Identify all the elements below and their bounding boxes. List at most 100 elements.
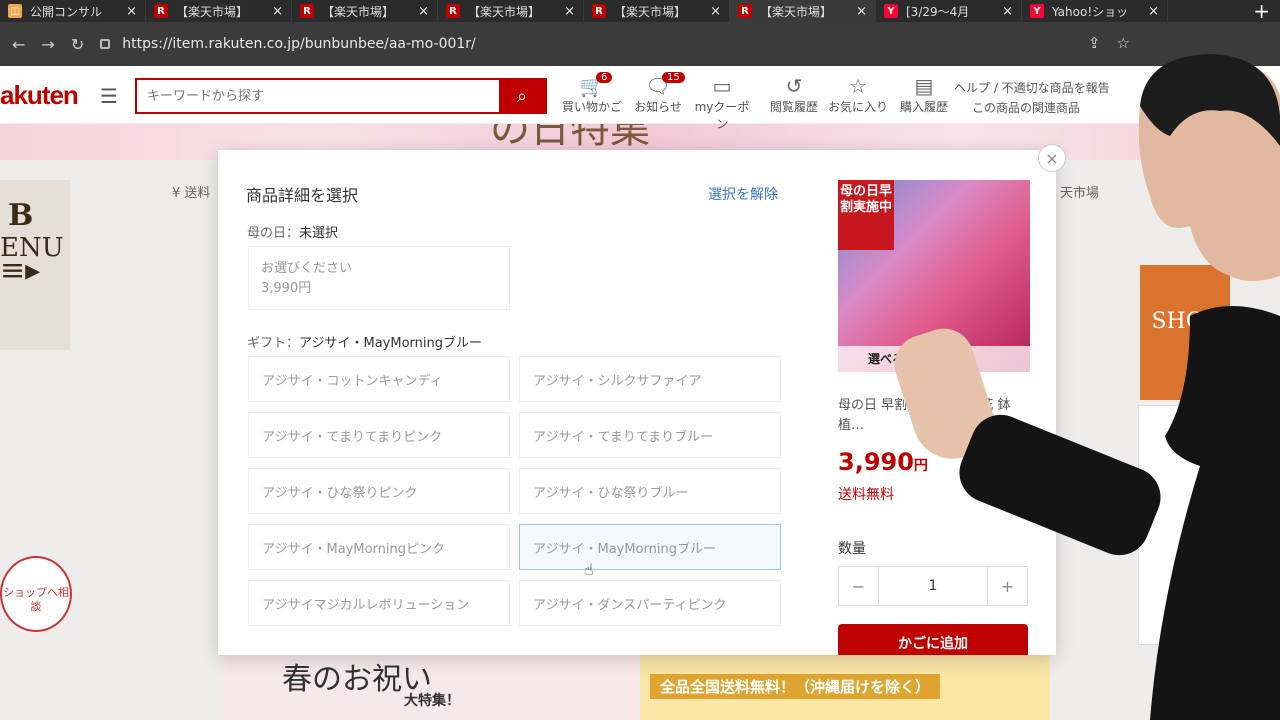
url-field[interactable]: https://item.rakuten.co.jp/bunbunbee/aa-… [100,36,476,52]
calendar-icon: ◫ [8,4,22,18]
close-icon[interactable]: × [1038,144,1066,172]
history-icon: ↺ [785,74,803,98]
gift-option[interactable]: アジサイ・シルクサファイア [519,356,781,402]
header-receipt-button[interactable]: ▤ 購入履歴 [892,74,956,115]
bookmark-star-icon[interactable]: ☆ [1117,34,1130,52]
product-price: 3,990円 [838,448,928,476]
tab-close-icon[interactable]: × [1148,4,1159,19]
header-cart-button[interactable]: 🛒 6 買い物かご [560,72,624,115]
help-link[interactable]: ヘルプ / 不適切な商品を報告 [954,78,1110,98]
header-history-button[interactable]: ↺ 閲覧履歴 [762,74,826,115]
browser-tab[interactable]: Y Yahoo!ショッ × [1022,0,1168,22]
gift-option[interactable]: アジサイ・ダンスパーティピンク [519,580,781,626]
mother-day-key: 母の日： [247,226,300,241]
browser-tab[interactable]: R 【楽天市場】 × [584,0,730,22]
gift-option[interactable]: アジサイ・ひな祭りブルー [519,468,781,514]
clear-selection-link[interactable]: 選択を解除 [708,184,778,204]
tab-close-icon[interactable]: × [126,4,137,19]
gift-option[interactable]: アジサイ・コットンキャンディ [248,356,510,402]
header-icon-label: 購入履歴 [899,100,948,114]
rakuten-icon: R [592,4,606,18]
header-star-button[interactable]: ☆ お気に入り [826,74,890,115]
rakuten-logo[interactable]: akuten [0,80,79,111]
url-text[interactable]: https://item.rakuten.co.jp/bunbunbee/aa-… [122,36,476,52]
tab-close-icon[interactable]: × [856,4,867,19]
search-icon: ⌕ [516,85,528,107]
hand-cursor-icon: ☝ [584,560,594,579]
tab-title: [3/29〜4月 [906,4,970,19]
tab-close-icon[interactable]: × [1002,4,1013,19]
tab-close-icon[interactable]: × [418,4,429,19]
tab-title: 【楽天市場】 [760,4,833,19]
gift-option[interactable]: アジサイ・MayMorningピンク [248,524,510,570]
rakuten-icon: R [446,4,460,18]
address-bar: ← → ↻ https://item.rakuten.co.jp/bunbunb… [0,22,1280,66]
spring-banner-sub: 大特集！ [404,693,460,709]
browser-tab[interactable]: ◫ 公開コンサル × [0,0,146,22]
search-button[interactable]: ⌕ [499,80,545,112]
rakuten-icon: R [300,4,314,18]
mother-day-option-label: お選びください [261,261,353,276]
tab-title: 【楽天市場】 [176,4,249,19]
tab-close-icon[interactable]: × [710,4,721,19]
header-icon-label: お知らせ [634,100,682,114]
quantity-minus-button[interactable]: − [839,567,879,605]
mother-day-option-price: 3,990円 [261,281,312,296]
modal-title: 商品詳細を選択 [246,186,359,205]
yahoo-icon: Y [1030,4,1044,18]
free-shipping-text: 全品全国送料無料！（沖縄届けを除く） [650,674,941,699]
chat-button-label: ショップへ相談 [3,586,69,613]
free-shipping-label: 送料無料 [838,487,894,503]
browser-tab[interactable]: R 【楽天市場】 × [438,0,584,22]
shop-side-menu[interactable]: B ENU ≡▸ [0,180,70,350]
back-icon[interactable]: ← [12,35,25,54]
forward-icon[interactable]: → [41,35,54,54]
lock-icon [100,39,111,49]
header-icon-label: お気に入り [827,100,888,114]
new-tab-button[interactable]: + [1243,0,1280,22]
gift-option[interactable]: アジサイ・てまりてまりピンク [248,412,510,458]
reload-icon[interactable]: ↻ [71,35,84,54]
quantity-value[interactable]: 1 [879,567,987,605]
gift-option[interactable]: アジサイ・MayMorningブルー [519,524,781,570]
browser-tab[interactable]: R 【楽天市場】 × [730,0,876,22]
browser-tab-bar: ◫ 公開コンサル × R 【楽天市場】 × R 【楽天市場】 × R 【楽天市場】 × R 【楽天市場】 ×… [0,0,1280,22]
menu-icon[interactable]: ☰ [100,84,118,108]
browser-tab[interactable]: R 【楽天市場】 × [292,0,438,22]
tab-title: 【楽天市場】 [614,4,687,19]
quantity-label: 数量 [838,541,866,557]
product-ribbon: 母の日早割実施中 [838,180,894,250]
gift-option[interactable]: アジサイ・ひな祭りピンク [248,468,510,514]
tab-title: 【楽天市場】 [322,4,395,19]
receipt-icon: ▤ [914,74,934,98]
star-icon: ☆ [849,74,867,98]
gift-key: ギフト： [247,336,300,351]
site-header: akuten ☰ ⌕ 🛒6買い物かご🗨15お知らせ▭myクーポン↺閲覧履歴☆お気… [0,66,1280,131]
presenter-figure [1138,54,1280,720]
header-coupon-button[interactable]: ▭ myクーポン [690,74,754,132]
tab-close-icon[interactable]: × [564,4,575,19]
quantity-stepper: − 1 + [838,566,1028,606]
header-icon-label: 買い物かご [561,100,622,114]
browser-tab[interactable]: Y [3/29〜4月 × [876,0,1022,22]
bg-shipping-text: ¥ 送料 [172,186,211,201]
shop-chat-button[interactable]: ショップへ相談 [0,556,72,632]
price-value: 3,990 [838,448,914,476]
bg-market-text: 天市場 [1060,186,1100,201]
count-badge: 15 [662,72,685,83]
gift-option[interactable]: アジサイ・てまりてまりブルー [519,412,781,458]
mother-day-label: 母の日：未選択 [247,222,338,241]
yahoo-icon: Y [884,4,898,18]
header-bell-button[interactable]: 🗨 15 お知らせ [626,72,690,115]
gift-option[interactable]: アジサイマジカルレボリューション [248,580,510,626]
add-to-cart-button[interactable]: かごに追加 [838,624,1028,655]
rakuten-icon: R [154,4,168,18]
related-products-link[interactable]: この商品の関連商品 [954,98,1110,118]
quantity-plus-button[interactable]: + [987,567,1027,605]
browser-tab[interactable]: R 【楽天市場】 × [146,0,292,22]
coupon-icon: ▭ [712,74,732,98]
mother-day-option[interactable]: お選びください 3,990円 [248,246,510,310]
share-icon[interactable]: ⇪ [1088,34,1101,52]
tab-close-icon[interactable]: × [272,4,283,19]
search-input[interactable] [137,80,497,112]
